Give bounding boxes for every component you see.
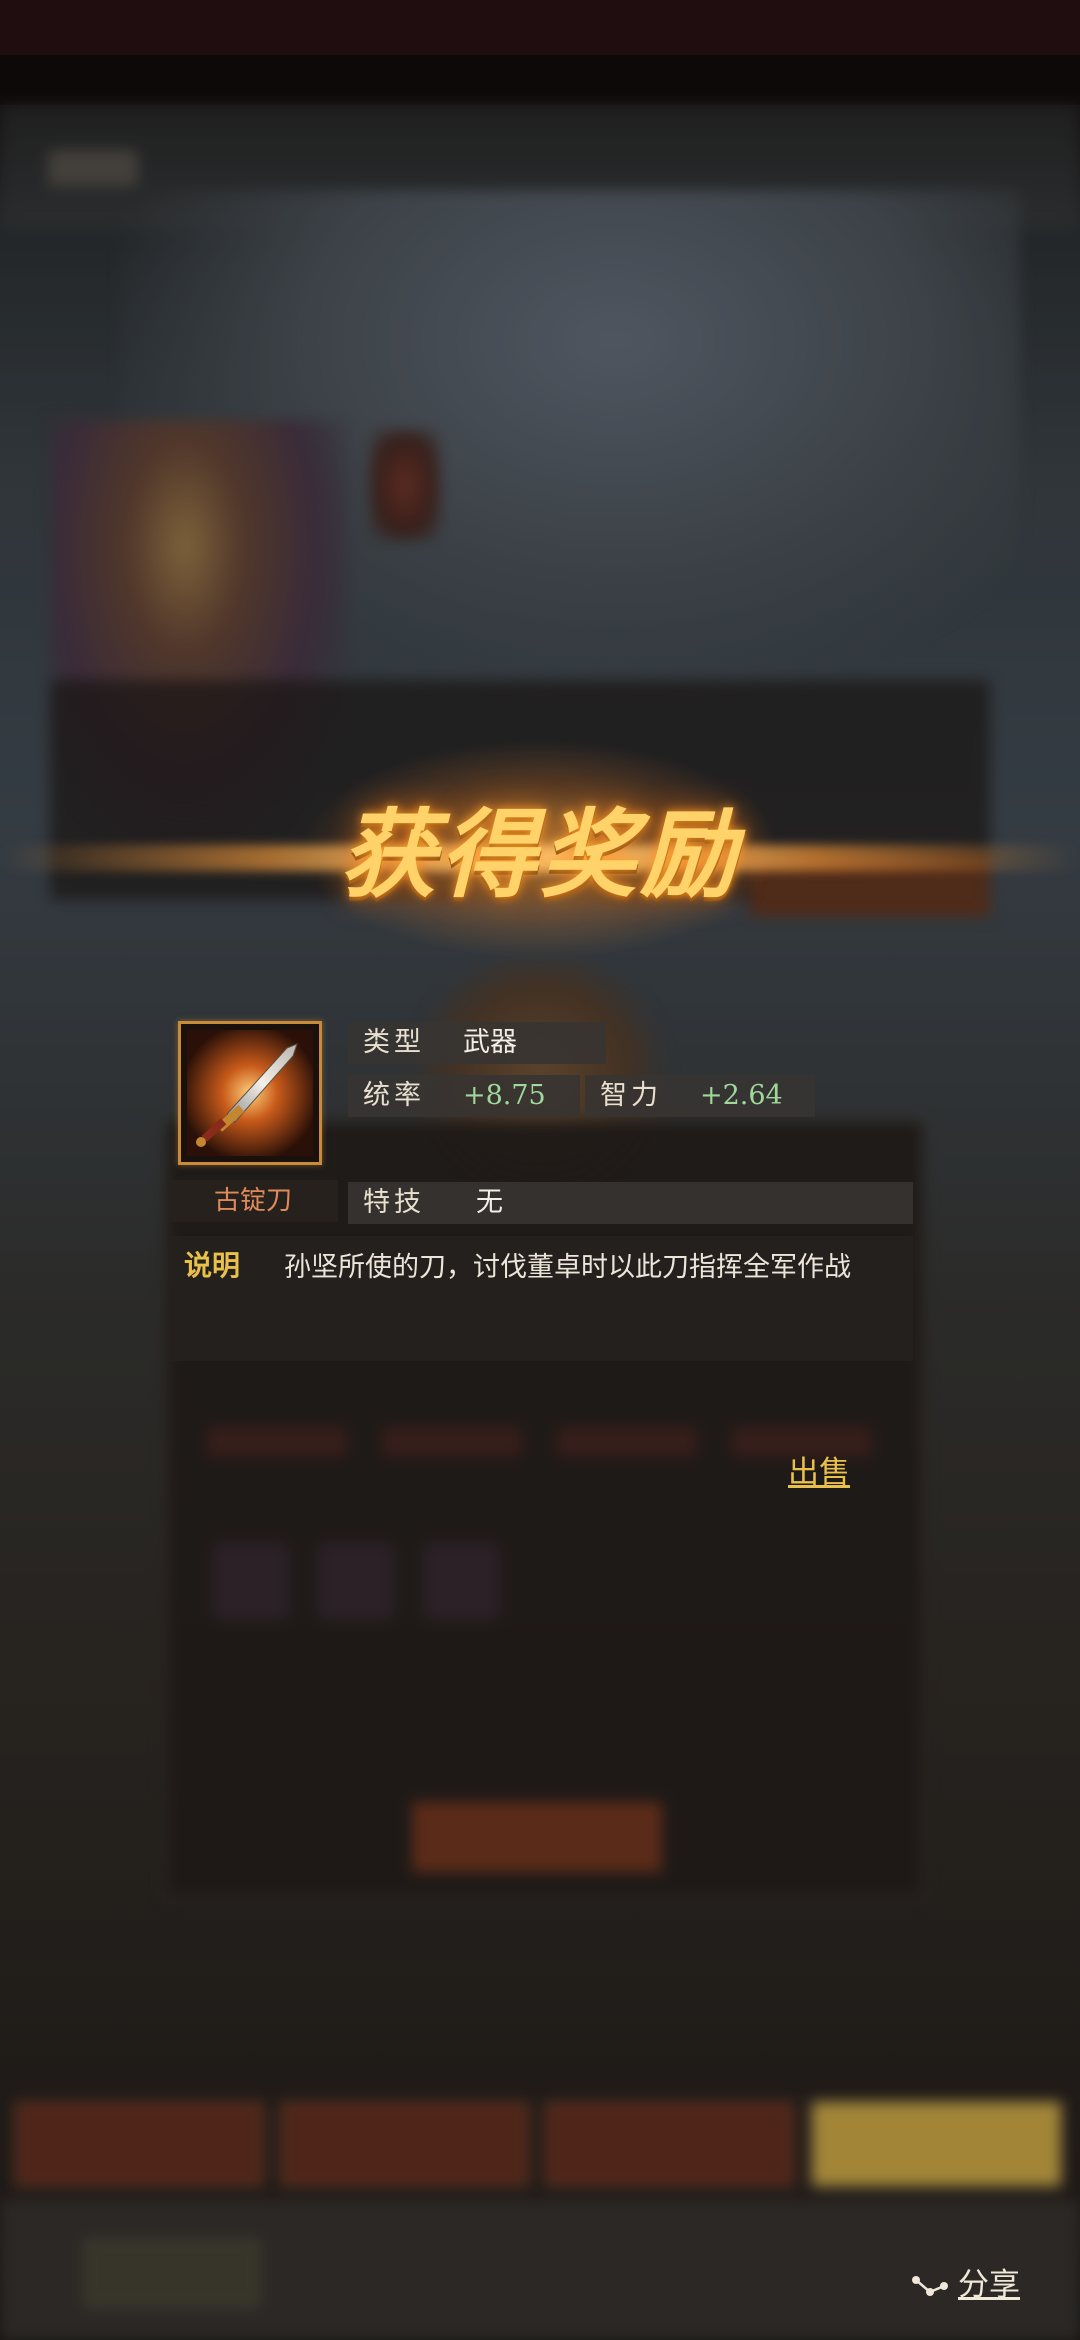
item-type-label: 类型: [363, 1027, 425, 1058]
stat-command-row: 统率 +8.75: [348, 1075, 580, 1117]
item-skill-value: 无: [476, 1187, 503, 1218]
stat-command-value: +8.75: [463, 1080, 546, 1111]
reward-title: 获得奖励: [340, 798, 740, 911]
stat-intelligence-row: 智力 +2.64: [585, 1075, 815, 1117]
item-description-panel: 说明 孙坚所使的刀，讨伐董卓时以此刀指挥全军作战: [168, 1236, 913, 1361]
game-screen: 获得奖励 古锭刀 类型 武器 统率 +8.75 智力 +2.64 特技 无 说明…: [0, 0, 1080, 2340]
description-label: 说明: [184, 1249, 241, 1282]
item-type-row: 类型 武器: [348, 1022, 606, 1064]
item-skill-row: 特技 无: [348, 1182, 913, 1224]
modal-overlay[interactable]: [0, 0, 1080, 2340]
share-button[interactable]: 分享: [910, 2262, 1030, 2308]
stat-command-label: 统率: [363, 1080, 425, 1111]
share-label: 分享: [958, 2267, 1020, 2303]
item-icon-frame[interactable]: [178, 1021, 322, 1165]
sell-button[interactable]: 出售: [788, 1447, 850, 1492]
stat-intelligence-value: +2.64: [700, 1080, 783, 1111]
description-text: 孙坚所使的刀，讨伐董卓时以此刀指挥全军作战: [284, 1252, 851, 1283]
item-type-value: 武器: [463, 1027, 517, 1058]
stat-intelligence-label: 智力: [600, 1080, 662, 1111]
item-skill-label: 特技: [363, 1187, 425, 1218]
item-name: 古锭刀: [168, 1180, 338, 1222]
share-icon: [912, 2276, 948, 2296]
sword-icon: [187, 1030, 313, 1156]
